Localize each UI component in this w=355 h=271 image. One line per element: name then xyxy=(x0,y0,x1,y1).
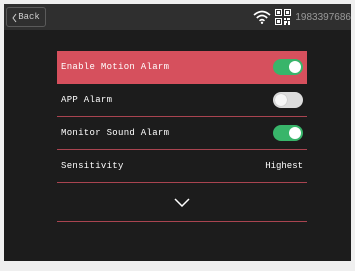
toggle-knob xyxy=(275,94,287,106)
setting-label: APP Alarm xyxy=(61,95,113,105)
setting-row-monitor-sound-alarm[interactable]: Monitor Sound Alarm xyxy=(57,117,307,150)
app-alarm-toggle[interactable] xyxy=(273,92,303,108)
setting-row-sensitivity[interactable]: Sensitivity Highest xyxy=(57,150,307,183)
chevron-left-icon xyxy=(12,12,17,23)
back-button[interactable]: Back xyxy=(6,7,46,27)
bezel xyxy=(0,261,355,271)
back-label: Back xyxy=(18,12,40,22)
setting-label: Enable Motion Alarm xyxy=(61,62,170,72)
chevron-down-icon xyxy=(174,197,190,207)
motion-alarm-toggle[interactable] xyxy=(273,59,303,75)
qr-code-icon[interactable] xyxy=(275,9,292,25)
settings-list: Enable Motion Alarm APP Alarm Monitor So… xyxy=(57,51,307,222)
setting-row-app-alarm[interactable]: APP Alarm xyxy=(57,84,307,117)
device-id: 1983397686 xyxy=(295,11,351,23)
toggle-knob xyxy=(289,127,301,139)
setting-row-enable-motion-alarm[interactable]: Enable Motion Alarm xyxy=(57,51,307,84)
toggle-knob xyxy=(289,61,301,73)
status-area: 1983397686 xyxy=(253,4,351,30)
top-bar: Back 1983397686 xyxy=(4,4,351,30)
bezel xyxy=(0,0,4,271)
setting-label: Sensitivity xyxy=(61,161,124,171)
bezel xyxy=(351,0,355,271)
wifi-icon xyxy=(253,10,271,24)
expand-more-button[interactable] xyxy=(57,183,307,222)
sound-alarm-toggle[interactable] xyxy=(273,125,303,141)
alarm-settings-screen: Back 1983397686 Enable Motion Alarm APP … xyxy=(0,0,355,271)
sensitivity-value: Highest xyxy=(265,161,303,171)
setting-label: Monitor Sound Alarm xyxy=(61,128,170,138)
